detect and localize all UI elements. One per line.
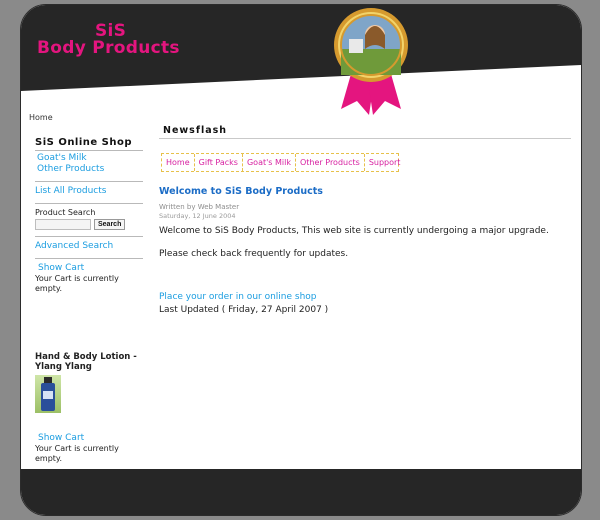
- breadcrumb[interactable]: Home: [29, 113, 53, 122]
- featured-product-title[interactable]: Hand & Body Lotion - Ylang Ylang: [35, 352, 143, 372]
- tab-gift-packs[interactable]: Gift Packs: [195, 154, 243, 171]
- product-search-label: Product Search: [35, 208, 96, 217]
- tab-other-products[interactable]: Other Products: [296, 154, 365, 171]
- cart-status-2: Your Cart is currently empty.: [35, 444, 119, 463]
- category-link-other-products[interactable]: Other Products: [37, 164, 143, 175]
- award-ribbon-icon: [334, 8, 408, 115]
- lotion-bottle-icon: [41, 377, 55, 411]
- nav-tabs: Home Gift Packs Goat's Milk Other Produc…: [161, 153, 400, 172]
- online-shop-link[interactable]: Place your order in our online shop: [159, 292, 571, 302]
- section-title: Newsflash: [159, 123, 571, 139]
- divider: [35, 236, 143, 237]
- advanced-search-link[interactable]: Advanced Search: [35, 241, 143, 252]
- show-cart-link[interactable]: Show Cart: [35, 263, 143, 274]
- article-paragraph-1: Welcome to SiS Body Products, This web s…: [159, 226, 549, 236]
- tab-support[interactable]: Support: [365, 154, 405, 171]
- product-image[interactable]: [35, 375, 61, 413]
- article-author: Written by Web Master: [159, 203, 240, 211]
- category-link-goats-milk[interactable]: Goat's Milk: [37, 153, 143, 164]
- article-title[interactable]: Welcome to SiS Body Products: [159, 186, 571, 197]
- article-paragraph-2: Please check back frequently for updates…: [159, 249, 349, 259]
- shop-title: SiS Online Shop: [35, 135, 143, 151]
- last-updated: Last Updated ( Friday, 27 April 2007 ): [159, 305, 329, 315]
- cart-status: Your Cart is currently empty.: [35, 274, 119, 293]
- divider: [35, 203, 143, 204]
- brand-line2: Body Products: [37, 38, 180, 58]
- divider: [35, 181, 143, 182]
- footer-band: [21, 469, 581, 515]
- search-row: Search: [35, 219, 143, 230]
- search-button[interactable]: Search: [94, 219, 126, 230]
- divider: [35, 258, 143, 259]
- tab-home[interactable]: Home: [162, 154, 195, 171]
- page-frame: SiS Body Products Home SiS Online Shop G…: [20, 4, 582, 516]
- site-logo[interactable]: SiS Body Products: [37, 23, 180, 57]
- show-cart-link-2[interactable]: Show Cart: [35, 433, 143, 444]
- sidebar: SiS Online Shop Goat's Milk Other Produc…: [35, 135, 143, 464]
- article-date: Saturday, 12 June 2004: [159, 212, 236, 220]
- search-input[interactable]: [35, 219, 91, 230]
- main-content: Newsflash Home Gift Packs Goat's Milk Ot…: [159, 123, 571, 315]
- tab-goats-milk[interactable]: Goat's Milk: [243, 154, 296, 171]
- list-all-products-link[interactable]: List All Products: [35, 186, 143, 197]
